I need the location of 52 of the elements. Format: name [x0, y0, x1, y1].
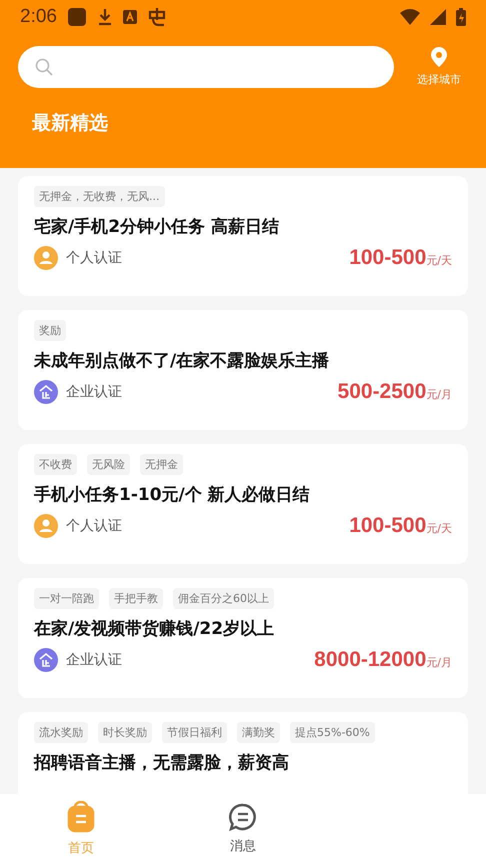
job-tag: 无押金，无收费，无风...	[34, 186, 164, 207]
status-time: 2:06	[20, 6, 57, 28]
job-title: 在家/发视频带货赚钱/22岁以上	[34, 618, 276, 640]
download-icon	[96, 8, 113, 26]
company-badge-icon	[34, 380, 58, 404]
job-card[interactable]: 无押金，无收费，无风... 宅家/手机2分钟小任务 高薪日结 个人认证 100-500元/天	[18, 176, 468, 296]
app-square-icon	[66, 7, 87, 27]
job-card[interactable]: 不收费 无风险 无押金 手机小任务1-10元/个 新人必做日结 个人认证 100-500元/天	[18, 444, 468, 564]
job-tag: 提点55%-60%	[290, 722, 375, 743]
person-badge-icon	[34, 246, 58, 270]
salary-unit: 元/天	[426, 521, 452, 537]
job-tag: 流水奖励	[34, 722, 88, 743]
job-tag: 奖励	[34, 320, 66, 341]
job-tag: 满勤奖	[237, 722, 280, 743]
search-icon	[34, 57, 54, 77]
wifi-icon	[400, 9, 420, 25]
job-tag: 无押金	[140, 454, 183, 475]
salary-range: 8000-12000	[314, 648, 426, 672]
battery-icon	[456, 8, 466, 26]
salary-range: 100-500	[349, 514, 426, 538]
search-field[interactable]	[18, 46, 394, 88]
location-pin-icon	[431, 47, 447, 67]
job-tag: 手把手教	[109, 588, 163, 609]
salary-range: 100-500	[349, 246, 426, 270]
chat-bubble-icon	[229, 803, 257, 831]
certification-label: 个人认证	[66, 249, 122, 267]
job-card[interactable]: 奖励 未成年别点做不了/在家不露脸娱乐主播 企业认证 500-2500元/月	[18, 310, 468, 430]
clipboard-icon	[67, 801, 95, 833]
job-title: 未成年别点做不了/在家不露脸娱乐主播	[34, 350, 330, 372]
salary-range: 500-2500	[338, 380, 426, 404]
salary-unit: 元/天	[426, 253, 452, 269]
job-tag: 一对一陪跑	[34, 588, 99, 609]
company-badge-icon	[34, 648, 58, 672]
nav-tab[interactable]: 消息	[162, 794, 324, 864]
person-badge-icon	[34, 514, 58, 538]
certification-label: 个人认证	[66, 517, 122, 535]
job-tag: 无风险	[87, 454, 130, 475]
salary-unit: 元/月	[426, 387, 452, 403]
section-title: 最新精选	[31, 111, 109, 136]
job-title: 手机小任务1-10元/个 新人必做日结	[34, 484, 311, 506]
job-title: 宅家/手机2分钟小任务 高薪日结	[34, 216, 280, 238]
job-tag: 时长奖励	[98, 722, 152, 743]
job-tag: 节假日福利	[162, 722, 227, 743]
salary-unit: 元/月	[426, 655, 452, 671]
certification-label: 企业认证	[66, 383, 122, 401]
job-card[interactable]: 一对一陪跑 手把手教 佣金百分之60以上 在家/发视频带货赚钱/22岁以上 企业认证 8000-12000元/月	[18, 578, 468, 698]
job-tag: 佣金百分之60以上	[173, 588, 274, 609]
signal-icon	[430, 9, 446, 25]
job-tag: 不收费	[34, 454, 77, 475]
job-title: 招聘语音主播，无需露脸，薪资高	[34, 752, 290, 774]
job-card[interactable]: 流水奖励 时长奖励 节假日福利 满勤奖 提点55%-60% 招聘语音主播，无需露脸，薪资高	[18, 712, 468, 794]
certification-label: 企业认证	[66, 651, 122, 669]
